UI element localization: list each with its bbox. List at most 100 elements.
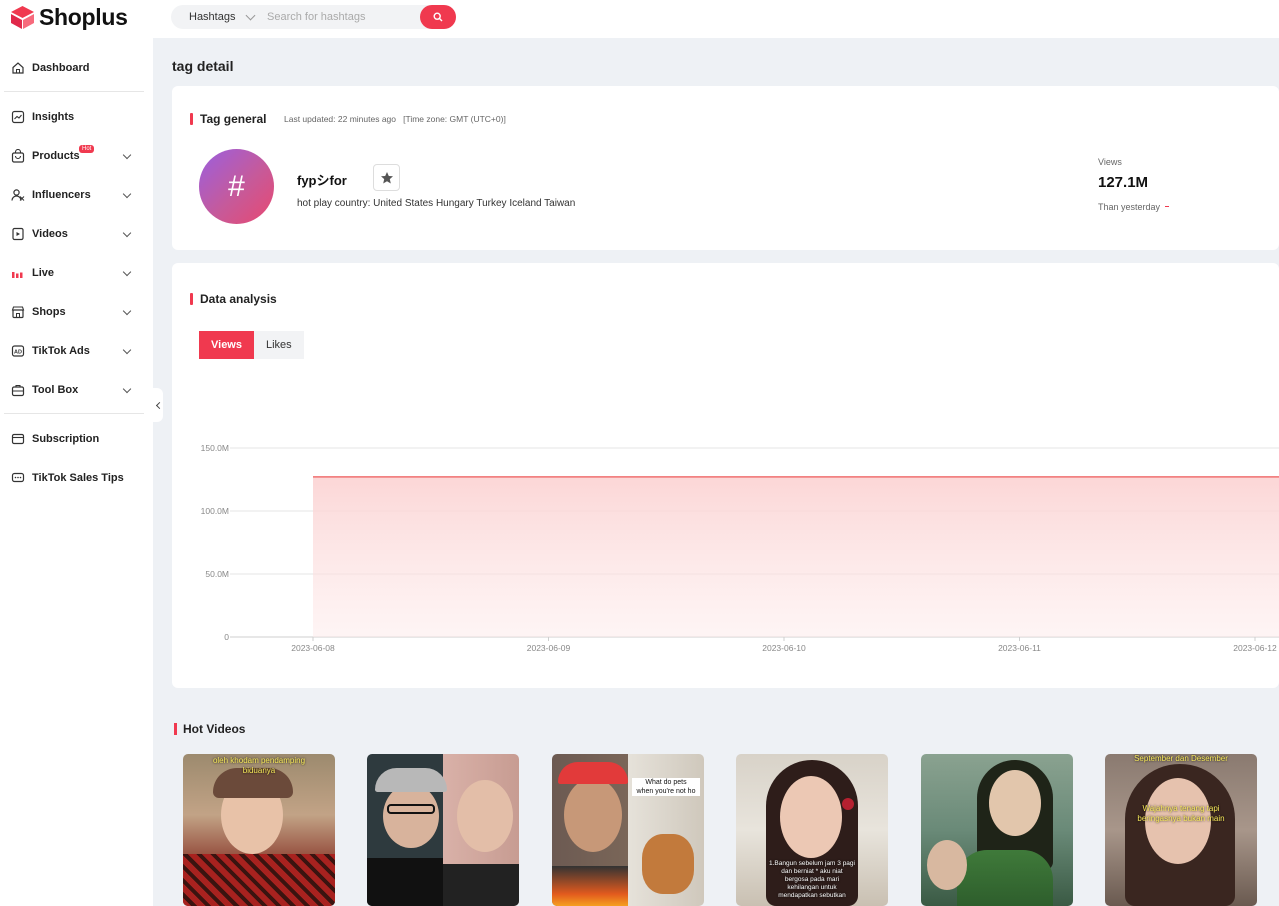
x-tick-label: 2023-06-11 <box>998 643 1041 653</box>
y-tick-label: 150.0M <box>201 443 229 453</box>
x-tick-label: 2023-06-10 <box>762 643 806 653</box>
tab-likes[interactable]: Likes <box>254 331 304 359</box>
hot-badge: Hot <box>79 145 95 153</box>
sidebar-item-label: Shops <box>32 306 66 318</box>
sidebar: Dashboard Insights Products Hot Influenc… <box>0 38 153 906</box>
search-type-select[interactable]: Hashtags <box>171 10 267 23</box>
app-name: Shoplus <box>39 4 128 30</box>
sidebar-item-dashboard[interactable]: Dashboard <box>0 53 145 83</box>
sidebar-item-label: Products <box>32 150 80 162</box>
sidebar-item-videos[interactable]: Videos <box>0 219 145 249</box>
svg-text:AD: AD <box>14 350 22 356</box>
chevron-left-icon <box>155 401 163 409</box>
sidebar-collapse-button[interactable] <box>153 388 163 422</box>
search-type-label: Hashtags <box>189 11 236 23</box>
divider <box>4 91 144 92</box>
page-title: tag detail <box>172 58 234 74</box>
home-icon <box>12 62 24 74</box>
hot-video-thumbnail[interactable]: September dan Desember Wajahnya tenang t… <box>1105 754 1257 906</box>
hot-video-thumbnail[interactable] <box>367 754 519 906</box>
hashtag-symbol: # <box>228 169 245 203</box>
hashtag-avatar: # <box>199 149 274 224</box>
data-analysis-title: Data analysis <box>190 292 277 306</box>
video-flames <box>552 866 628 906</box>
sidebar-item-shops[interactable]: Shops <box>0 297 145 327</box>
chevron-down-icon <box>122 189 132 199</box>
video-outfit <box>183 854 335 906</box>
sidebar-item-tiktok-ads[interactable]: AD TikTok Ads <box>0 336 145 366</box>
video-subject <box>927 840 967 890</box>
video-icon <box>12 227 24 241</box>
video-subject-cap <box>375 768 447 792</box>
video-subject <box>383 784 439 848</box>
sidebar-item-label: Tool Box <box>32 384 79 396</box>
video-pet <box>642 834 694 894</box>
chevron-down-icon <box>122 306 132 316</box>
views-chart: 0 50.0M 100.0M 150.0M 2023-06-08 2023-06-09 20… <box>201 443 1279 653</box>
toolbox-icon <box>11 384 25 397</box>
bag-icon <box>11 149 25 163</box>
sidebar-item-influencers[interactable]: Influencers <box>0 180 145 210</box>
last-updated-text: Last updated: 22 minutes ago [Time zone:… <box>284 114 506 124</box>
star-icon <box>380 171 393 183</box>
video-subject <box>989 770 1041 836</box>
chevron-down-icon <box>122 267 132 277</box>
views-area <box>313 476 1279 637</box>
than-yesterday-indicator <box>1165 206 1169 207</box>
video-subject-cap <box>558 762 628 784</box>
video-subject <box>780 776 842 858</box>
shoplus-logo-icon <box>11 6 34 29</box>
sidebar-item-label: Subscription <box>32 433 100 445</box>
tag-general-title: Tag general <box>190 112 266 126</box>
video-caption: oleh khodam pendamping biduanya <box>212 756 306 775</box>
search-input[interactable] <box>267 11 417 23</box>
views-label: Views <box>1098 157 1122 167</box>
chevron-down-icon <box>122 228 132 238</box>
card-icon <box>11 433 25 445</box>
sidebar-item-products[interactable]: Products Hot <box>0 141 145 171</box>
video-caption: 1.Bangun sebelum jam 3 pagi dan berniat … <box>768 860 855 899</box>
search-icon <box>433 12 443 22</box>
sidebar-item-label: TikTok Sales Tips <box>32 472 124 484</box>
sidebar-item-label: Dashboard <box>32 62 90 74</box>
video-subject <box>457 780 513 852</box>
hot-video-thumbnail[interactable]: oleh khodam pendamping biduanya <box>183 754 335 906</box>
sidebar-item-label: Videos <box>32 228 68 240</box>
sidebar-item-live[interactable]: Live <box>0 258 145 288</box>
tag-general-card <box>172 86 1279 250</box>
x-tick-label: 2023-06-09 <box>527 643 571 653</box>
video-caption: What do pets when you're not ho <box>632 778 700 796</box>
hot-video-thumbnail[interactable]: What do pets when you're not ho <box>552 754 704 906</box>
video-outfit <box>443 864 519 906</box>
views-value: 127.1M <box>1098 174 1149 191</box>
favorite-button[interactable] <box>373 164 400 191</box>
y-tick-label: 0 <box>224 632 229 642</box>
tab-views[interactable]: Views <box>199 331 254 359</box>
y-tick-label: 50.0M <box>205 569 229 579</box>
hot-video-thumbnail[interactable] <box>921 754 1073 906</box>
video-outfit <box>957 850 1053 906</box>
metric-tabs: Views Likes <box>199 331 304 359</box>
video-caption: September dan Desember Wajahnya tenang t… <box>1134 754 1228 823</box>
sidebar-item-sales-tips[interactable]: TikTok Sales Tips <box>0 463 145 493</box>
sidebar-item-insights[interactable]: Insights <box>0 102 145 132</box>
search-button[interactable] <box>420 5 456 29</box>
hot-videos-title: Hot Videos <box>174 722 245 736</box>
chevron-down-icon <box>122 345 132 355</box>
chevron-down-icon <box>122 150 132 160</box>
sidebar-item-subscription[interactable]: Subscription <box>0 424 145 454</box>
users-icon <box>11 189 25 201</box>
tag-name: fypシfor <box>297 173 347 188</box>
divider <box>4 413 144 414</box>
video-outfit <box>367 858 443 906</box>
hot-video-thumbnail[interactable]: 1.Bangun sebelum jam 3 pagi dan berniat … <box>736 754 888 906</box>
search-bar: Hashtags <box>171 5 456 29</box>
chart-icon <box>11 110 25 124</box>
video-subject-glasses <box>387 804 435 814</box>
chevron-down-icon <box>122 384 132 394</box>
video-flower <box>842 798 854 810</box>
logo[interactable]: Shoplus <box>10 4 128 31</box>
sidebar-item-tool-box[interactable]: Tool Box <box>0 375 145 405</box>
top-bar: Shoplus Hashtags <box>0 0 1279 38</box>
sidebar-item-label: Influencers <box>32 189 91 201</box>
